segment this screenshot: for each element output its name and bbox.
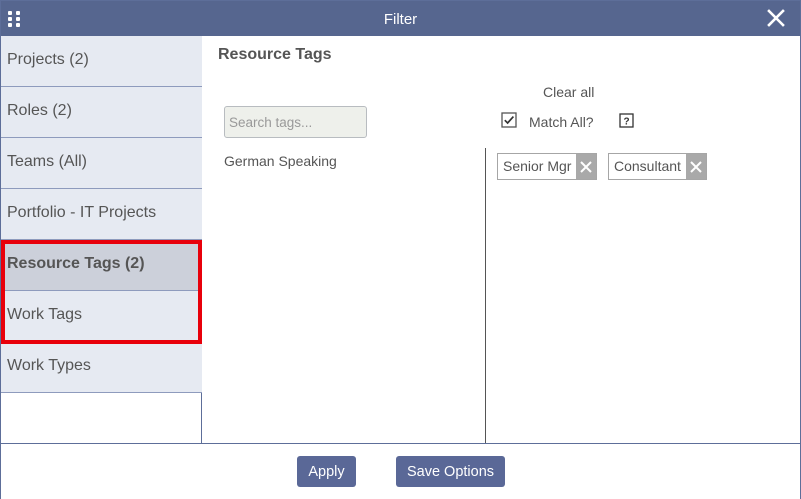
column-divider [485, 148, 486, 443]
sidebar-item-resource-tags[interactable]: Resource Tags (2) [1, 240, 202, 291]
sidebar-item-projects[interactable]: Projects (2) [1, 36, 202, 87]
save-options-button[interactable]: Save Options [396, 456, 505, 487]
remove-tag-icon[interactable] [685, 154, 706, 179]
sidebar-item-work-types[interactable]: Work Types [1, 342, 202, 393]
chip-label: Senior Mgr [503, 158, 572, 174]
resource-tags-panel: Resource Tags German Speaking Clear all … [203, 36, 801, 443]
match-all-label: Match All? [529, 114, 594, 130]
close-icon[interactable] [765, 7, 787, 29]
dialog-titlebar[interactable]: Filter [1, 1, 800, 36]
sidebar-item-work-tags[interactable]: Work Tags [1, 291, 202, 342]
help-icon[interactable]: ? [619, 113, 634, 128]
chip-label: Consultant [614, 158, 681, 174]
remove-tag-icon[interactable] [576, 154, 597, 179]
available-tag-item[interactable]: German Speaking [224, 153, 337, 169]
clear-all-link[interactable]: Clear all [543, 84, 594, 100]
svg-text:?: ? [623, 116, 629, 127]
filter-dialog: Filter Projects (2) Roles (2) Teams (All… [0, 0, 801, 499]
dialog-footer: Apply Save Options [1, 443, 800, 499]
tag-search-input[interactable] [224, 106, 367, 138]
filter-categories-sidebar: Projects (2) Roles (2) Teams (All) Portf… [1, 36, 202, 443]
panel-title: Resource Tags [218, 46, 332, 63]
sidebar-item-teams[interactable]: Teams (All) [1, 138, 202, 189]
apply-button[interactable]: Apply [297, 456, 356, 487]
sidebar-item-portfolio[interactable]: Portfolio - IT Projects [1, 189, 202, 240]
sidebar-item-roles[interactable]: Roles (2) [1, 87, 202, 138]
selected-tag-chip: Consultant [608, 153, 707, 180]
selected-tag-chip: Senior Mgr [497, 153, 598, 180]
dialog-title: Filter [383, 11, 418, 28]
checkbox-checked-icon[interactable] [501, 112, 517, 128]
